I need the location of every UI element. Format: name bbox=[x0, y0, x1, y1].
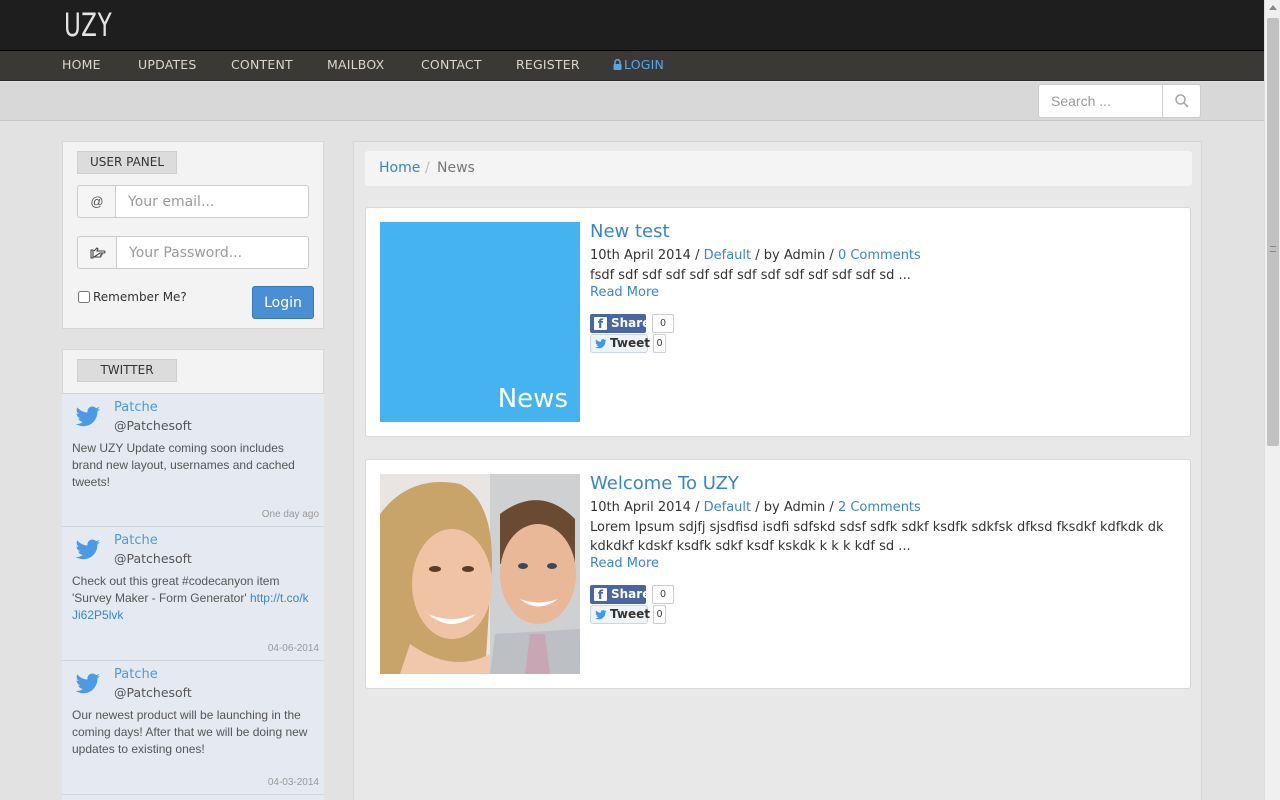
twitter-panel-title: TWITTER bbox=[77, 359, 177, 382]
email-prefix: @ bbox=[77, 185, 116, 218]
tweet-button[interactable]: Tweet bbox=[590, 605, 650, 624]
remember-me[interactable]: Remember Me? bbox=[78, 290, 187, 304]
nav-contact[interactable]: CONTACT bbox=[421, 57, 482, 72]
post-author: by Admin bbox=[763, 248, 826, 263]
post-author: by Admin bbox=[763, 500, 826, 515]
nav-login[interactable]: LOGIN bbox=[613, 57, 664, 72]
tweet-handle: @Patchesoft bbox=[114, 418, 192, 433]
tweet-item bbox=[62, 794, 324, 800]
search-icon bbox=[1175, 94, 1189, 108]
post-title[interactable]: Welcome To UZY bbox=[590, 473, 739, 494]
breadcrumb-current: News bbox=[437, 160, 475, 176]
news-post: News New test 10th April 2014 / Default … bbox=[365, 207, 1191, 437]
post-category[interactable]: Default bbox=[704, 500, 752, 515]
post-thumbnail[interactable] bbox=[380, 474, 580, 674]
top-bar: UZY bbox=[0, 0, 1264, 51]
breadcrumb-separator: / bbox=[425, 160, 430, 176]
post-date: 10th April 2014 bbox=[590, 248, 691, 263]
twitter-bird-icon bbox=[75, 406, 100, 427]
tweet-author[interactable]: Patche bbox=[114, 400, 158, 415]
breadcrumb: Home / News bbox=[365, 151, 1192, 186]
search-input[interactable] bbox=[1038, 84, 1163, 118]
facebook-icon: f bbox=[594, 317, 607, 331]
pointing-hand-icon bbox=[89, 247, 106, 259]
post-category[interactable]: Default bbox=[704, 248, 752, 263]
scrollbar-thumb[interactable] bbox=[1267, 18, 1279, 446]
tweet-text: Our newest product will be launching in … bbox=[72, 708, 308, 756]
facebook-share-button[interactable]: f Share bbox=[590, 314, 650, 333]
page-scrollbar[interactable] bbox=[1264, 0, 1280, 800]
nav-register[interactable]: REGISTER bbox=[516, 57, 580, 72]
tweet-label: Tweet bbox=[610, 607, 650, 621]
email-field[interactable] bbox=[115, 185, 309, 218]
news-post: Welcome To UZY 10th April 2014 / Default… bbox=[365, 459, 1191, 689]
tweet-time: 04-03-2014 bbox=[267, 777, 319, 788]
scrollbar-grip-icon bbox=[1270, 246, 1276, 252]
tweet-text-body: Check out this great #codecanyon item 'S… bbox=[72, 574, 280, 605]
post-date: 10th April 2014 bbox=[590, 500, 691, 515]
share-label: Share bbox=[611, 316, 651, 330]
post-excerpt: Lorem Ipsum sdjfj sjsdfisd isdfi sdfskd … bbox=[590, 520, 1164, 554]
nav-content[interactable]: CONTENT bbox=[231, 57, 293, 72]
twitter-bird-icon bbox=[595, 339, 607, 349]
tweet-author[interactable]: Patche bbox=[114, 667, 158, 682]
post-thumbnail[interactable]: News bbox=[380, 222, 580, 422]
share-count: 0 bbox=[652, 585, 674, 604]
nav-updates[interactable]: UPDATES bbox=[138, 57, 197, 72]
post-comments-link[interactable]: 0 Comments bbox=[838, 248, 921, 263]
lock-icon bbox=[613, 59, 622, 70]
tweet-handle: @Patchesoft bbox=[114, 551, 192, 566]
password-field[interactable] bbox=[116, 236, 309, 269]
couple-photo bbox=[380, 474, 580, 674]
post-meta: 10th April 2014 / Default / by Admin / 2… bbox=[590, 500, 921, 515]
main-nav: HOME UPDATES CONTENT MAILBOX CONTACT REG… bbox=[0, 51, 1264, 81]
search-button[interactable] bbox=[1162, 84, 1201, 118]
tweet-text: Check out this great #codecanyon item 'S… bbox=[72, 573, 312, 624]
breadcrumb-home[interactable]: Home bbox=[379, 160, 420, 176]
tweet-count: 0 bbox=[653, 605, 666, 624]
tweet-label: Tweet bbox=[610, 336, 650, 350]
read-more-link[interactable]: Read More bbox=[590, 556, 659, 571]
tweet-button[interactable]: Tweet bbox=[590, 334, 650, 353]
post-meta: 10th April 2014 / Default / by Admin / 0… bbox=[590, 248, 921, 263]
tweet-time: 04-06-2014 bbox=[267, 643, 319, 654]
tweet-time: One day ago bbox=[261, 509, 319, 520]
facebook-icon: f bbox=[594, 588, 607, 602]
share-label: Share bbox=[611, 587, 651, 601]
user-panel-title: USER PANEL bbox=[77, 151, 177, 174]
nav-login-label: LOGIN bbox=[624, 57, 665, 72]
read-more-link[interactable]: Read More bbox=[590, 285, 659, 300]
nav-home[interactable]: HOME bbox=[62, 57, 101, 72]
twitter-bird-icon bbox=[75, 539, 100, 560]
scroll-up-arrow-icon[interactable] bbox=[1269, 5, 1277, 10]
login-button[interactable]: Login bbox=[252, 286, 314, 319]
post-comments-link[interactable]: 2 Comments bbox=[838, 500, 921, 515]
facebook-share-button[interactable]: f Share bbox=[590, 585, 650, 604]
twitter-bird-icon bbox=[75, 673, 100, 694]
twitter-bird-icon bbox=[595, 610, 607, 620]
tweet-item: Patche @Patchesoft Check out this great … bbox=[62, 526, 324, 660]
remember-me-checkbox[interactable] bbox=[78, 291, 90, 303]
tweet-count: 0 bbox=[653, 334, 666, 353]
tweet-author[interactable]: Patche bbox=[114, 533, 158, 548]
site-logo[interactable]: UZY bbox=[64, 6, 112, 44]
tweet-handle: @Patchesoft bbox=[114, 685, 192, 700]
tweet-text: New UZY Update coming soon includes bran… bbox=[72, 441, 295, 489]
share-count: 0 bbox=[652, 314, 674, 333]
remember-me-label: Remember Me? bbox=[93, 290, 187, 304]
password-prefix bbox=[77, 236, 117, 269]
tweet-item: Patche @Patchesoft Our newest product wi… bbox=[62, 660, 324, 794]
tweet-item: Patche @Patchesoft New UZY Update coming… bbox=[62, 393, 324, 526]
post-excerpt: fsdf sdf sdf sdf sdf sdf sdf sdf sdf sdf… bbox=[590, 268, 911, 283]
post-title[interactable]: New test bbox=[590, 221, 670, 242]
search-bar bbox=[0, 82, 1264, 121]
nav-mailbox[interactable]: MAILBOX bbox=[327, 57, 384, 72]
post-thumbnail-label: News bbox=[497, 384, 568, 414]
